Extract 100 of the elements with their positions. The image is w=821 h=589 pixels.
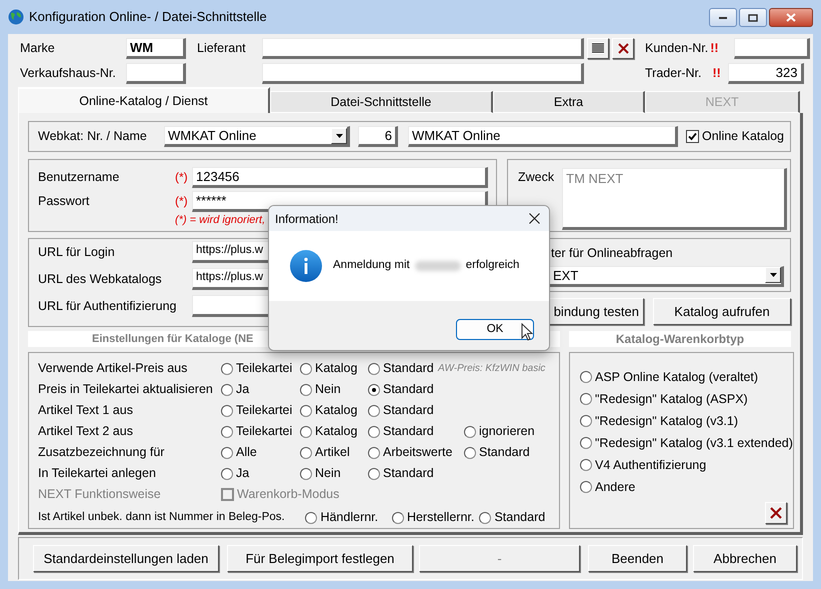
setting-label: Preis in Teilekartei aktualisieren bbox=[38, 381, 214, 398]
radio-label: "Redesign" Katalog (ASPX) bbox=[595, 390, 748, 408]
radio-button[interactable] bbox=[464, 446, 476, 458]
footer-button[interactable]: Beenden bbox=[588, 545, 687, 572]
radio-label: Katalog bbox=[315, 402, 358, 420]
radio-button[interactable] bbox=[221, 426, 233, 438]
field-label: Trader-Nr. bbox=[645, 64, 702, 82]
setting-label: NEXT Funktionsweise bbox=[38, 486, 162, 504]
clear-button[interactable] bbox=[764, 502, 787, 524]
minimize-button[interactable] bbox=[709, 8, 737, 27]
field-label: Verkaufshaus-Nr. bbox=[20, 64, 117, 82]
radio-button[interactable] bbox=[368, 384, 380, 396]
username-field[interactable]: 123456 bbox=[192, 166, 488, 188]
alert-mark: !! bbox=[710, 40, 720, 57]
radio-button[interactable] bbox=[580, 481, 592, 493]
webkat-nr-field[interactable]: 6 bbox=[358, 126, 398, 147]
tab[interactable]: Extra bbox=[493, 91, 645, 113]
radio-button[interactable] bbox=[580, 459, 592, 471]
maximize-icon bbox=[748, 14, 758, 22]
radio-button[interactable] bbox=[300, 362, 312, 374]
radio-label: Herstellernr. bbox=[406, 509, 474, 526]
radio-label: Alle bbox=[236, 444, 257, 462]
lieferant-field[interactable] bbox=[262, 38, 584, 58]
radio-button[interactable] bbox=[580, 393, 592, 405]
close-icon bbox=[528, 213, 540, 224]
kunden-field[interactable] bbox=[734, 38, 810, 58]
field-label: Zweck bbox=[518, 169, 554, 186]
radio-label: Andere bbox=[595, 478, 636, 496]
tab[interactable]: Datei-Schnittstelle bbox=[270, 91, 493, 113]
radio-label: Teilekartei bbox=[236, 402, 292, 420]
footer-button[interactable]: Abbrechen bbox=[693, 545, 797, 572]
radio-button[interactable] bbox=[580, 415, 592, 427]
list-button[interactable] bbox=[587, 38, 609, 58]
radio-button[interactable] bbox=[221, 446, 233, 458]
ok-button[interactable]: OK bbox=[456, 319, 534, 340]
webkat-dropdown[interactable]: WMKAT Online bbox=[164, 126, 350, 147]
open-catalog-button[interactable]: Katalog aufrufen bbox=[653, 298, 791, 325]
close-icon bbox=[618, 42, 628, 54]
checkbox-label: Online Katalog bbox=[702, 128, 784, 146]
globe-icon bbox=[8, 9, 24, 25]
radio-button[interactable] bbox=[221, 468, 233, 480]
radio-button[interactable] bbox=[368, 446, 380, 458]
radio-label: Standard bbox=[383, 360, 434, 378]
close-icon bbox=[786, 13, 796, 22]
radio-label: Ja bbox=[236, 381, 250, 398]
radio-label: Standard bbox=[383, 402, 434, 420]
setting-label: Zusatzbezeichnung für bbox=[38, 444, 166, 462]
webkat-name-field[interactable]: WMKAT Online bbox=[408, 126, 678, 147]
close-button[interactable] bbox=[769, 8, 813, 27]
field-label: Lieferant bbox=[197, 40, 247, 57]
checkbox[interactable] bbox=[686, 130, 699, 143]
field-label: URL für Login bbox=[38, 244, 116, 261]
window-title: Konfiguration Online- / Datei-Schnittstelle bbox=[29, 8, 267, 26]
radio-button[interactable] bbox=[580, 437, 592, 449]
setting-label: Artikel Text 1 aus bbox=[38, 402, 134, 420]
radio-button[interactable] bbox=[300, 468, 312, 480]
radio-label: "Redesign" Katalog (v3.1 extended) bbox=[595, 434, 793, 452]
radio-button[interactable] bbox=[300, 404, 312, 416]
radio-button[interactable] bbox=[300, 446, 312, 458]
radio-button[interactable] bbox=[368, 426, 380, 438]
radio-button[interactable] bbox=[221, 404, 233, 416]
field-label: URL für Authentifizierung bbox=[38, 298, 178, 315]
radio-button[interactable] bbox=[221, 384, 233, 396]
section-header: Katalog-Warenkorbtyp bbox=[569, 331, 791, 347]
message-text: Anmeldung mit bbox=[333, 258, 410, 274]
field-label: Benutzername bbox=[38, 168, 120, 186]
radio-label: Katalog bbox=[315, 360, 358, 378]
field-label: Webkat: Nr. / Name bbox=[38, 128, 148, 146]
list-icon bbox=[592, 42, 604, 54]
message-text: erfolgreich bbox=[466, 258, 520, 274]
radio-button[interactable] bbox=[300, 426, 312, 438]
radio-label: Händlernr. bbox=[320, 509, 378, 526]
trader-field[interactable]: 323 bbox=[728, 62, 804, 84]
radio-button[interactable] bbox=[368, 404, 380, 416]
radio-button[interactable] bbox=[580, 371, 592, 383]
radio-label: "Redesign" Katalog (v3.1) bbox=[595, 412, 738, 430]
radio-button[interactable] bbox=[368, 468, 380, 480]
zweck-field[interactable]: TM NEXT bbox=[562, 168, 788, 230]
footer-button[interactable]: Standardeinstellungen laden bbox=[33, 545, 219, 572]
marke-field[interactable]: WM bbox=[126, 38, 186, 58]
dialog-title: Information! bbox=[275, 210, 338, 228]
note-text: AW-Preis: KfzWIN basic bbox=[438, 362, 546, 376]
radio-label: Standard bbox=[383, 423, 434, 440]
clear-button[interactable] bbox=[612, 38, 634, 58]
radio-label: V4 Authentifizierung bbox=[595, 456, 706, 474]
footer-button[interactable]: Für Belegimport festlegen bbox=[227, 545, 413, 572]
radio-button[interactable] bbox=[221, 362, 233, 374]
verkaufshaus-field[interactable] bbox=[126, 62, 186, 84]
radio-button[interactable] bbox=[305, 512, 318, 524]
alert-mark: !! bbox=[712, 64, 722, 82]
radio-button[interactable] bbox=[479, 512, 492, 524]
tab[interactable]: Online-Katalog / Dienst bbox=[18, 87, 270, 113]
lieferant-name-field[interactable] bbox=[262, 62, 584, 84]
radio-button[interactable] bbox=[464, 426, 476, 438]
radio-button[interactable] bbox=[368, 362, 380, 374]
maximize-button[interactable] bbox=[739, 8, 767, 27]
radio-button[interactable] bbox=[392, 512, 404, 524]
radio-button[interactable] bbox=[300, 384, 312, 396]
setting-label: In Teilekartei anlegen bbox=[38, 465, 157, 482]
field-label: Marke bbox=[20, 40, 56, 57]
